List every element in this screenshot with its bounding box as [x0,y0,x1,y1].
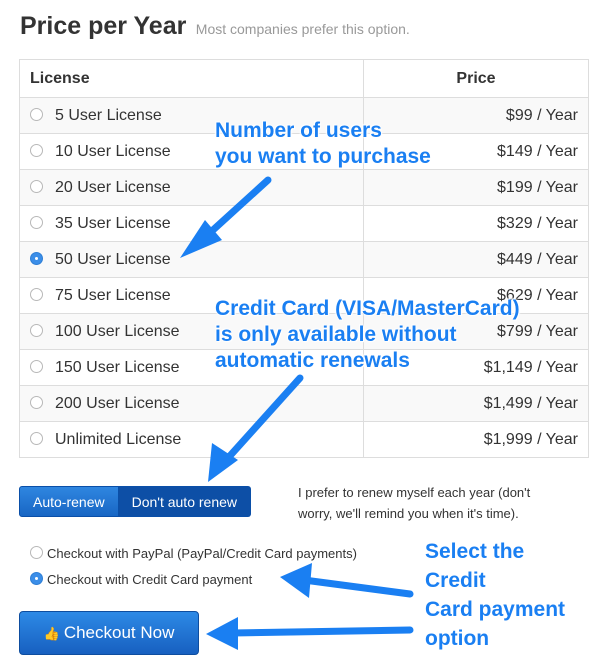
paypal-radio[interactable] [30,546,43,559]
price-cell: $199 / Year [363,169,589,206]
license-radio[interactable] [30,395,43,409]
payment-option-credit-card[interactable]: Checkout with Credit Card payment [30,572,252,587]
page-header: Price per Year Most companies prefer thi… [20,12,410,41]
thumbs-up-icon: 👍 [43,626,60,641]
page-subtitle: Most companies prefer this option. [195,21,410,37]
license-label: 10 User License [55,142,171,160]
license-radio[interactable] [30,251,43,265]
license-label: 75 User License [55,286,171,304]
price-cell: $329 / Year [363,205,589,242]
license-label: 50 User License [55,250,171,268]
license-cell[interactable]: Unlimited License [19,421,364,458]
license-label: 150 User License [55,358,180,376]
paypal-label: Checkout with PayPal (PayPal/Credit Card… [47,546,357,561]
arrow-to-credit-card-option [280,563,414,598]
license-cell[interactable]: 200 User License [19,385,364,422]
table-row[interactable]: Unlimited License $1,999 / Year [19,421,589,458]
price-cell: $1,499 / Year [363,385,589,422]
license-radio[interactable] [30,215,43,229]
license-radio[interactable] [30,431,43,445]
table-row[interactable]: 20 User License $199 / Year [19,169,589,206]
arrow-to-checkout-button [206,617,414,650]
annotation-select-credit-card: Select the Credit Card payment option [425,540,566,650]
annotation-credit-card-info: Credit Card (VISA/MasterCard) is only av… [215,297,520,372]
table-row[interactable]: 50 User License $449 / Year [19,241,589,278]
annotation-number-of-users: Number of users you want to purchase [215,119,431,168]
checkout-label: Checkout Now [63,623,175,642]
license-label: 200 User License [55,394,180,412]
credit-card-label: Checkout with Credit Card payment [47,572,253,587]
license-label: 20 User License [55,178,171,196]
auto-renew-button[interactable]: Auto-renew [19,486,119,517]
renewal-toggle: Auto-renew Don't auto renew [19,486,251,517]
license-label: 100 User License [55,322,180,340]
license-radio[interactable] [30,143,43,157]
license-cell[interactable]: 35 User License [19,205,364,242]
table-row[interactable]: 200 User License $1,499 / Year [19,385,589,422]
table-header-row: License Price [19,59,589,98]
dont-auto-renew-button[interactable]: Don't auto renew [118,486,251,517]
license-cell[interactable]: 20 User License [19,169,364,206]
price-cell: $1,999 / Year [363,421,589,458]
license-radio[interactable] [30,107,43,121]
table-row[interactable]: 35 User License $329 / Year [19,205,589,242]
license-label: 5 User License [55,106,162,124]
column-header-price: Price [363,59,589,98]
column-header-license: License [19,59,364,98]
license-radio[interactable] [30,359,43,373]
license-radio[interactable] [30,179,43,193]
license-radio[interactable] [30,287,43,301]
license-label: 35 User License [55,214,171,232]
license-cell[interactable]: 50 User License [19,241,364,278]
price-cell: $449 / Year [363,241,589,278]
checkout-now-button[interactable]: 👍 Checkout Now [19,611,199,655]
license-radio[interactable] [30,323,43,337]
payment-option-paypal[interactable]: Checkout with PayPal (PayPal/Credit Card… [30,546,357,561]
page-title: Price per Year [20,12,187,40]
renewal-note: I prefer to renew myself each year (don'… [298,485,531,521]
license-label: Unlimited License [55,430,182,448]
credit-card-radio[interactable] [30,572,43,585]
